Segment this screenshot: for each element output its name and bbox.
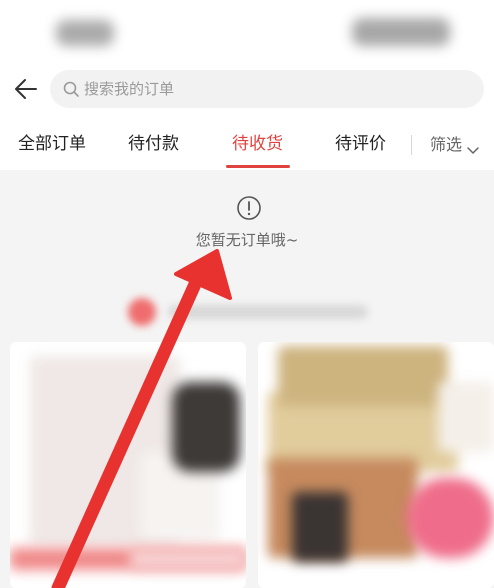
chevron-down-icon (466, 138, 480, 154)
filter-button[interactable]: 筛选 (430, 130, 480, 160)
tab-all-orders[interactable]: 全部订单 (18, 130, 86, 160)
product-image-part-blurred (438, 382, 494, 452)
back-button[interactable] (10, 72, 42, 106)
tab-pending-payment[interactable]: 待付款 (128, 130, 179, 160)
recommendation-header-blurred (122, 294, 382, 330)
product-card-right[interactable] (258, 342, 494, 588)
tab-pending-receipt[interactable]: 待收货 (232, 130, 283, 160)
back-arrow-icon (15, 79, 37, 99)
recommendation-title-blurred (168, 305, 368, 319)
product-image-part-blurred (278, 346, 448, 406)
search-icon (62, 80, 80, 98)
tab-pending-review[interactable]: 待评价 (335, 130, 386, 160)
status-bar-time-blurred (56, 20, 114, 46)
product-image-part-blurred (292, 492, 348, 562)
product-card-left[interactable] (10, 342, 246, 588)
filter-label: 筛选 (430, 135, 463, 154)
info-circle-icon (236, 195, 262, 221)
status-bar (0, 0, 494, 62)
empty-state-message: 您暂无订单哦~ (195, 231, 299, 249)
search-bar[interactable] (50, 70, 484, 108)
product-banner-part-blurred (130, 548, 246, 570)
product-image-part-blurred (172, 382, 240, 472)
active-tab-indicator (226, 165, 290, 168)
product-badge-blurred (406, 478, 494, 558)
recommendation-icon-blurred (128, 298, 156, 326)
search-input[interactable] (84, 76, 464, 102)
tab-divider (411, 135, 412, 155)
status-bar-indicators-blurred (352, 18, 450, 46)
